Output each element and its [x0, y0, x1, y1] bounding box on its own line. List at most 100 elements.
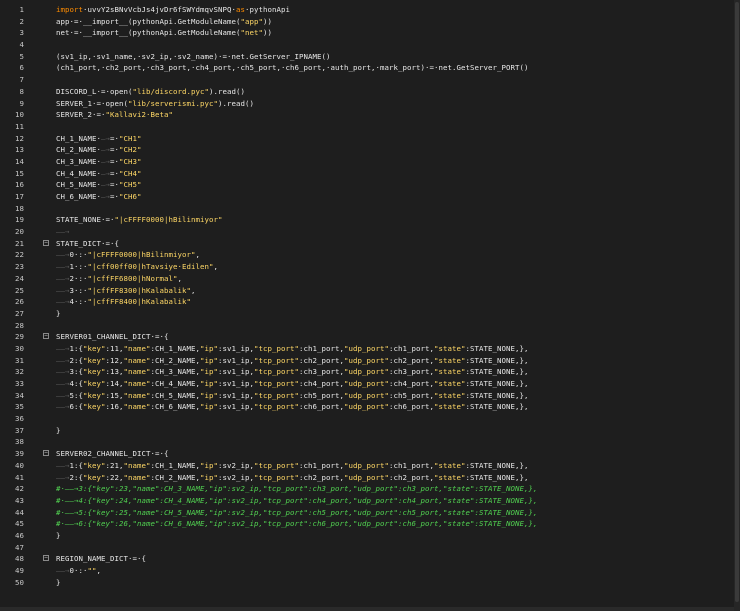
code-line[interactable]: 26 ——→4·:·"|cffFF8400|hKalabalik" — [0, 296, 740, 308]
code-line[interactable]: 46} — [0, 530, 740, 542]
code-line[interactable]: 13 CH_2_NAME·—→=·"CH2" — [0, 144, 740, 156]
vertical-scrollbar[interactable] — [734, 0, 740, 611]
string-literal: "ip" — [200, 460, 218, 470]
code-line[interactable]: 47 — [0, 542, 740, 554]
line-number: 2 — [19, 16, 24, 26]
code-text: ——→6:{"key":16,"name":CH_6_NAME,"ip":sv1… — [56, 402, 529, 412]
code-line[interactable]: 35 ——→6:{"key":16,"name":CH_6_NAME,"ip":s… — [0, 401, 740, 413]
code-line[interactable]: 9 SERVER_1·=·open("lib/serverismi.pyc").r… — [0, 98, 740, 110]
line-number: 38 — [15, 437, 24, 447]
fold-toggle-icon[interactable]: − — [43, 333, 49, 340]
code-line[interactable]: 7 — [0, 74, 740, 86]
string-literal: "|cffFF8400|hKalabalik" — [87, 297, 191, 307]
line-number: 33 — [15, 379, 24, 388]
tab-marker: —→ — [101, 145, 110, 155]
tab-marker: ——→ — [56, 343, 70, 353]
string-literal: "key" — [83, 379, 106, 388]
string-literal: "state" — [434, 402, 466, 412]
line-number: 21 — [15, 238, 24, 248]
string-literal: "CH2" — [119, 145, 142, 155]
code-comment: #·——→3:{"key":23,"name":CH_3_NAME,"ip":s… — [56, 484, 538, 494]
code-line[interactable]: 2 app·=·__import__(pythonApi.GetModuleNam… — [0, 16, 740, 28]
code-line[interactable]: 10 SERVER_2·=·"Kallavi2·Beta" — [0, 109, 740, 121]
code-line[interactable]: 41 ——→2:{"key":22,"name":CH_2_NAME,"ip":s… — [0, 472, 740, 484]
code-line[interactable]: 6 (ch1_port,·ch2_port,·ch3_port,·ch4_port… — [0, 62, 740, 74]
code-line[interactable]: 37} — [0, 425, 740, 437]
line-number: 46 — [15, 530, 24, 540]
code-line[interactable]: 31 ——→2:{"key":12,"name":CH_2_NAME,"ip":s… — [0, 355, 740, 367]
string-literal: "state" — [434, 390, 466, 400]
code-line[interactable]: 22 ——→0·:·"|cFFFF0000|hBilinmiyor", — [0, 249, 740, 261]
code-line[interactable]: 30 ——→1:{"key":11,"name":CH_1_NAME,"ip":s… — [0, 343, 740, 355]
scrollbar-thumb[interactable] — [735, 2, 739, 602]
code-text: SERVER_1·=·open("lib/serverismi.pyc").re… — [56, 98, 254, 108]
horizontal-scrollbar[interactable] — [0, 607, 734, 611]
code-line[interactable]: 28 — [0, 320, 740, 332]
code-line[interactable]: 38 — [0, 436, 740, 448]
code-line[interactable]: 5 (sv1_ip,·sv1_name,·sv2_ip,·sv2_name)·=·… — [0, 51, 740, 63]
code-line[interactable]: 18 — [0, 203, 740, 215]
code-line[interactable]: 33 ——→4:{"key":14,"name":CH_4_NAME,"ip":s… — [0, 378, 740, 390]
code-lines[interactable]: 1 import·uvvY2sBNvVcbJs4jvDr6fSWYdmqvSNPQ… — [0, 4, 740, 588]
string-literal: "lib/serverismi.pyc" — [128, 98, 218, 108]
code-line[interactable]: 15 CH_4_NAME·—→=·"CH4" — [0, 168, 740, 180]
code-line[interactable]: 12 CH_1_NAME·—→=·"CH1" — [0, 133, 740, 145]
code-editor[interactable]: 1 import·uvvY2sBNvVcbJs4jvDr6fSWYdmqvSNPQ… — [0, 0, 740, 611]
keyword: as — [235, 5, 245, 14]
code-line[interactable]: 42 #·——→3:{"key":23,"name":CH_3_NAME,"ip"… — [0, 483, 740, 495]
code-line[interactable]: 44 #·——→5:{"key":25,"name":CH_5_NAME,"ip"… — [0, 507, 740, 519]
line-number: 43 — [15, 495, 24, 505]
code-text: REGION_NAME_DICT·=·{ — [56, 554, 146, 564]
string-literal: "state" — [434, 343, 466, 353]
code-line[interactable]: 20 ——→ — [0, 226, 740, 238]
code-comment: #·——→4:{"key":24,"name":CH_4_NAME,"ip":s… — [56, 495, 538, 505]
code-line[interactable]: 48 − REGION_NAME_DICT·=·{ — [0, 553, 740, 565]
code-text: ——→ — [56, 226, 70, 238]
code-line[interactable]: 29 − SERVER01_CHANNEL_DICT·=·{ — [0, 331, 740, 343]
string-literal: "ip" — [200, 390, 218, 400]
code-line[interactable]: 24 ——→2·:·"|cffFF6800|hNormal", — [0, 273, 740, 285]
line-number: 40 — [15, 460, 24, 470]
code-line[interactable]: 19 STATE_NONE·=·"|cFFFF0000|hBilinmiyor" — [0, 214, 740, 226]
code-line[interactable]: 34 ——→5:{"key":15,"name":CH_5_NAME,"ip":s… — [0, 390, 740, 402]
string-literal: "app" — [240, 16, 263, 26]
code-line[interactable]: 32 ——→3:{"key":13,"name":CH_3_NAME,"ip":s… — [0, 366, 740, 378]
code-line[interactable]: 45 #·——→6:{"key":26,"name":CH_6_NAME,"ip"… — [0, 518, 740, 530]
line-number: 14 — [15, 156, 24, 166]
code-line[interactable]: 23 ——→1·:·"|cff00ff00|hTavsiye·Edilen", — [0, 261, 740, 273]
code-line[interactable]: 21 − STATE_DICT·=·{ — [0, 238, 740, 250]
code-line[interactable]: 36 — [0, 413, 740, 425]
line-number: 22 — [15, 250, 24, 260]
code-text: ——→2:{"key":22,"name":CH_2_NAME,"ip":sv2… — [56, 472, 529, 482]
code-line[interactable]: 50} — [0, 577, 740, 589]
fold-toggle-icon[interactable]: − — [43, 239, 49, 246]
code-line[interactable]: 39 − SERVER02_CHANNEL_DICT·=·{ — [0, 448, 740, 460]
fold-toggle-icon[interactable]: − — [43, 450, 49, 457]
code-line[interactable]: 25 ——→3·:·"|cffFF8300|hKalabalik", — [0, 285, 740, 297]
code-line[interactable]: 43 #·——→4:{"key":24,"name":CH_4_NAME,"ip"… — [0, 495, 740, 507]
line-number: 48 — [15, 554, 24, 564]
code-text: net·=·__import__(pythonApi.GetModuleName… — [56, 28, 272, 38]
code-text: ——→3·:·"|cffFF8300|hKalabalik", — [56, 285, 196, 295]
code-line[interactable]: 16 CH_5_NAME·—→=·"CH5" — [0, 179, 740, 191]
string-literal: "udp_port" — [344, 379, 389, 388]
code-line[interactable]: 49 ——→0·:·"", — [0, 565, 740, 577]
code-line[interactable]: 1 import·uvvY2sBNvVcbJs4jvDr6fSWYdmqvSNPQ… — [0, 4, 740, 16]
code-line[interactable]: 8 DISCORD_L·=·open("lib/discord.pyc").rea… — [0, 86, 740, 98]
code-line[interactable]: 40 ——→1:{"key":21,"name":CH_1_NAME,"ip":s… — [0, 460, 740, 472]
tab-marker: ——→ — [56, 390, 70, 400]
line-number: 10 — [15, 110, 24, 120]
code-line[interactable]: 27} — [0, 308, 740, 320]
line-number: 42 — [15, 484, 24, 494]
code-line[interactable]: 3 net·=·__import__(pythonApi.GetModuleNam… — [0, 27, 740, 39]
code-line[interactable]: 11 — [0, 121, 740, 133]
fold-toggle-icon[interactable]: − — [43, 555, 49, 562]
code-line[interactable]: 17 CH_6_NAME·—→=·"CH6" — [0, 191, 740, 203]
code-text: } — [56, 425, 61, 435]
tab-marker: ——→ — [56, 262, 70, 272]
code-text: CH_4_NAME·—→=·"CH4" — [56, 168, 142, 178]
code-line[interactable]: 4 — [0, 39, 740, 51]
code-line[interactable]: 14 CH_3_NAME·—→=·"CH3" — [0, 156, 740, 168]
string-literal: "lib/discord.pyc" — [132, 86, 209, 96]
code-text: DISCORD_L·=·open("lib/discord.pyc").read… — [56, 86, 245, 96]
